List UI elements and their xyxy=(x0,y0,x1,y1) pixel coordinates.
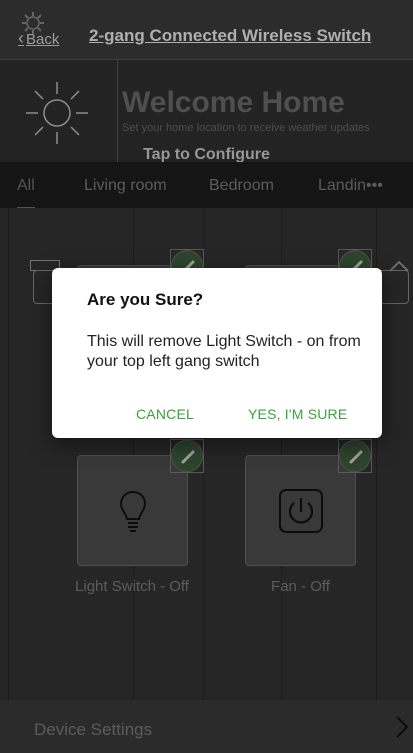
cancel-button[interactable]: CANCEL xyxy=(136,406,194,422)
dialog-title: Are you Sure? xyxy=(87,290,204,309)
confirm-dialog: Are you Sure? This will remove Light Swi… xyxy=(52,268,382,438)
confirm-button[interactable]: YES, I'M SURE xyxy=(248,406,347,422)
dialog-message: This will remove Light Switch - on from … xyxy=(87,333,361,370)
